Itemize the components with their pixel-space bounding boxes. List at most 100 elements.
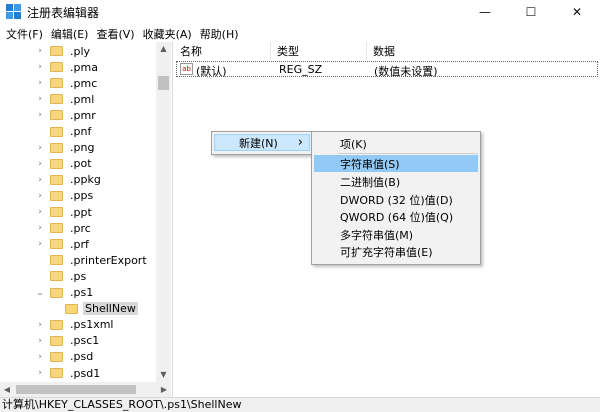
tree-item[interactable]: › .pmc: [35, 75, 99, 91]
scroll-right-icon[interactable]: ▶: [157, 382, 171, 397]
context-menu: 新建(N) ›: [211, 131, 313, 155]
tree-item-label: .psc1: [70, 334, 100, 348]
tree-item[interactable]: › .ppt: [35, 204, 94, 220]
scroll-down-icon[interactable]: ▼: [156, 368, 171, 382]
folder-icon: [50, 158, 63, 169]
menu-edit[interactable]: 编辑(E): [47, 24, 93, 42]
chevron-right-icon[interactable]: ›: [35, 352, 45, 362]
column-header-type[interactable]: 类型: [271, 42, 367, 60]
chevron-right-icon[interactable]: ›: [35, 62, 45, 72]
close-button[interactable]: ✕: [554, 0, 600, 24]
folder-icon: [50, 287, 63, 298]
folder-icon: [50, 174, 63, 185]
folder-icon: [50, 335, 63, 346]
chevron-right-icon[interactable]: ›: [35, 143, 45, 153]
submenu-item-binary-value[interactable]: 二进制值(B): [314, 173, 478, 190]
value-row-default[interactable]: ab (默认) REG_SZ (数值未设置): [176, 61, 598, 78]
tree-item-label: .png: [70, 141, 95, 155]
menu-bar: 文件(F) 编辑(E) 查看(V) 收藏夹(A) 帮助(H): [0, 24, 600, 42]
tree-item-label: .ply: [70, 44, 91, 58]
chevron-right-icon[interactable]: ›: [35, 239, 45, 249]
scroll-up-icon[interactable]: ▲: [156, 42, 171, 56]
tree-item[interactable]: › .ppkg: [35, 172, 103, 188]
tree-item[interactable]: › .pml: [35, 91, 96, 107]
tree-item[interactable]: › .ply: [35, 43, 92, 59]
folder-icon: [50, 271, 63, 282]
tree-vertical-scrollbar[interactable]: ▲ ▼: [156, 42, 171, 382]
tree-item-label: .psd: [70, 350, 94, 364]
tree-item[interactable]: › .psc1: [35, 333, 101, 349]
submenu-item-dword-value[interactable]: DWORD (32 位)值(D): [314, 191, 478, 208]
status-bar: 计算机\HKEY_CLASSES_ROOT\.ps1\ShellNew: [0, 397, 600, 412]
tree-horizontal-scrollbar[interactable]: ◀ ▶: [0, 382, 171, 397]
tree-item[interactable]: › .pma: [35, 59, 100, 75]
submenu-item-expandable-string-value[interactable]: 可扩充字符串值(E): [314, 243, 478, 260]
menu-favorites[interactable]: 收藏夹(A): [139, 24, 196, 42]
tree-item[interactable]: › .pps: [35, 188, 95, 204]
tree-item[interactable]: .printerExport: [35, 252, 149, 268]
tree-item[interactable]: › .png: [35, 140, 96, 156]
chevron-right-icon[interactable]: ›: [35, 46, 45, 56]
tree-item[interactable]: .pnf: [35, 124, 93, 140]
minimize-button[interactable]: —: [462, 0, 508, 24]
tree-item-label: ShellNew: [83, 302, 138, 316]
chevron-right-icon[interactable]: ›: [35, 336, 45, 346]
tree-item[interactable]: › .pmr: [35, 107, 98, 123]
tree-item[interactable]: ⌄ .ps1: [35, 285, 95, 301]
submenu-item-string-value[interactable]: 字符串值(S): [314, 155, 478, 172]
tree-item-label: .pps: [70, 189, 94, 203]
submenu-item-multi-string-value[interactable]: 多字符串值(M): [314, 226, 478, 243]
tree-item[interactable]: ShellNew: [50, 301, 138, 317]
string-value-icon: ab: [180, 63, 193, 75]
tree-item[interactable]: › .ps1xml: [35, 317, 116, 333]
chevron-right-icon[interactable]: ›: [35, 207, 45, 217]
chevron-right-icon[interactable]: ›: [35, 368, 45, 378]
chevron-right-icon[interactable]: ›: [35, 320, 45, 330]
tree-item-label: .ps1xml: [70, 318, 114, 332]
chevron-right-icon[interactable]: ›: [35, 78, 45, 88]
tree-item-label: .psd1: [70, 366, 101, 380]
chevron-right-icon[interactable]: ›: [35, 159, 45, 169]
tree-item-label: .pnf: [70, 125, 92, 138]
submenu-separator: [338, 153, 478, 154]
chevron-down-icon[interactable]: ⌄: [35, 288, 45, 298]
new-label: 新建(N): [239, 136, 278, 150]
menu-view[interactable]: 查看(V): [92, 24, 138, 42]
column-header-data[interactable]: 数据: [367, 42, 600, 60]
context-menu-new[interactable]: 新建(N) ›: [214, 134, 310, 151]
scroll-thumb[interactable]: [158, 76, 169, 90]
tree-item[interactable]: .ps: [35, 268, 88, 284]
folder-icon: [50, 351, 63, 362]
tree-item[interactable]: › .psd: [35, 349, 95, 365]
folder-icon: [50, 142, 63, 153]
tree-item-label: .ppt: [70, 205, 92, 219]
folder-icon: [50, 255, 63, 266]
title-bar: 注册表编辑器 — ☐ ✕: [0, 0, 600, 24]
tree-item-label: .pmr: [70, 108, 96, 122]
submenu-item-key[interactable]: 项(K): [314, 135, 478, 152]
scroll-left-icon[interactable]: ◀: [0, 382, 14, 397]
tree-item[interactable]: › .prf: [35, 236, 91, 252]
maximize-button[interactable]: ☐: [508, 0, 554, 24]
value-type: REG_SZ: [279, 63, 323, 76]
chevron-right-icon[interactable]: ›: [35, 223, 45, 233]
tree-item-label: .ps1: [70, 286, 94, 299]
tree-item-label: .prf: [70, 237, 89, 251]
submenu-item-qword-value[interactable]: QWORD (64 位)值(Q): [314, 208, 478, 225]
tree-item-label: .pml: [70, 92, 95, 106]
chevron-right-icon[interactable]: ›: [35, 94, 45, 104]
chevron-right-icon[interactable]: ›: [35, 175, 45, 185]
column-header-name[interactable]: 名称: [174, 42, 271, 60]
tree-item[interactable]: › .prc: [35, 220, 93, 236]
tree-item[interactable]: › .psd1: [35, 365, 102, 381]
menu-help[interactable]: 帮助(H): [196, 24, 243, 42]
hscroll-thumb[interactable]: [16, 385, 136, 394]
key-tree-pane[interactable]: › .ply › .pma › .pmc › .pml › .pmr .pnf › .png › .pot ›…: [0, 42, 173, 397]
status-path: 计算机\HKEY_CLASSES_ROOT\.ps1\ShellNew: [2, 398, 242, 411]
chevron-right-icon[interactable]: ›: [35, 110, 45, 120]
tree-item[interactable]: › .pot: [35, 156, 94, 172]
chevron-right-icon[interactable]: ›: [35, 191, 45, 201]
menu-file[interactable]: 文件(F): [2, 24, 47, 42]
folder-icon: [50, 223, 63, 234]
value-data: (数值未设置): [374, 65, 438, 78]
